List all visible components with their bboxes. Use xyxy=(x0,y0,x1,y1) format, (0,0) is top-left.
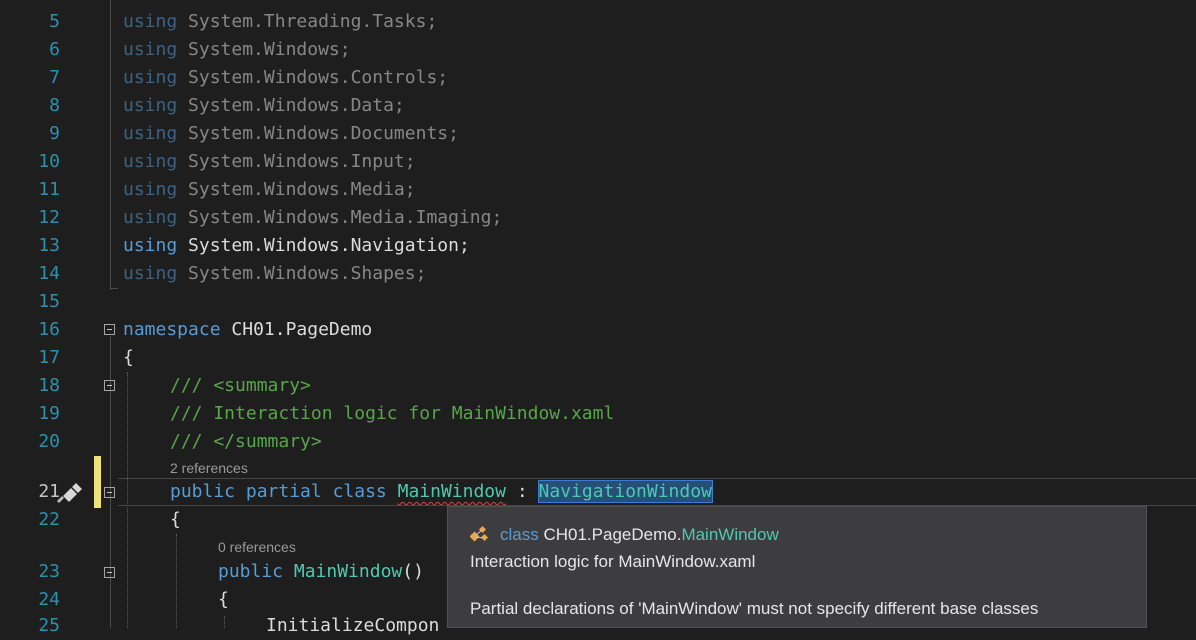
using-line: using System.Threading.Tasks; xyxy=(123,8,437,36)
class-declaration-line: public partial class MainWindow : Naviga… xyxy=(170,478,713,506)
using-line: using System.Windows.Input; xyxy=(123,148,416,176)
using-line: using System.Windows.Media.Imaging; xyxy=(123,204,502,232)
namespace-open-brace: { xyxy=(123,347,134,368)
constructor-parens: () xyxy=(402,561,424,582)
tooltip-class-name: MainWindow xyxy=(681,525,779,544)
class-name[interactable]: MainWindow xyxy=(398,481,506,502)
constructor-line: public MainWindow() xyxy=(218,558,424,586)
fold-class-toggle[interactable] xyxy=(104,487,115,498)
using-line: using System.Windows.Shapes; xyxy=(123,260,426,288)
line-number: 25 xyxy=(38,615,60,636)
tooltip-namespace: CH01.PageDemo. xyxy=(543,525,682,544)
fold-summary-toggle[interactable] xyxy=(104,380,115,391)
using-line: using System.Windows.Navigation; xyxy=(123,232,470,260)
using-namespace: System.Windows.Input; xyxy=(188,151,416,172)
using-keyword: using xyxy=(123,95,178,116)
line-number: 9 xyxy=(49,123,60,144)
using-namespace: System.Windows.Media; xyxy=(188,179,416,200)
line-number: 22 xyxy=(38,509,60,530)
using-namespace: System.Windows; xyxy=(188,39,351,60)
quick-info-tooltip: class CH01.PageDemo.MainWindow Interacti… xyxy=(447,506,1147,628)
line-number: 13 xyxy=(38,235,60,256)
using-keyword: using xyxy=(123,179,178,200)
line-number: 17 xyxy=(38,347,60,368)
constructor-references-codelens[interactable]: 0 references xyxy=(218,538,296,556)
line-number: 7 xyxy=(49,67,60,88)
line-number: 6 xyxy=(49,39,60,60)
initialize-call-line: InitializeCompon xyxy=(266,615,440,636)
using-line: using System.Windows.Media; xyxy=(123,176,416,204)
namespace-keyword: namespace xyxy=(123,319,221,340)
tooltip-kind: class xyxy=(500,525,539,544)
line-number: 11 xyxy=(38,179,60,200)
summary-close-comment: /// </summary> xyxy=(170,431,322,452)
using-keyword: using xyxy=(123,67,178,88)
line-number: 8 xyxy=(49,95,60,116)
using-keyword: using xyxy=(123,151,178,172)
using-namespace: System.Windows.Shapes; xyxy=(188,263,427,284)
using-namespace: System.Threading.Tasks; xyxy=(188,11,438,32)
public-keyword: public xyxy=(170,481,236,502)
fold-namespace-toggle[interactable] xyxy=(104,324,115,335)
using-namespace: System.Windows.Media.Imaging; xyxy=(188,207,503,228)
tooltip-header: class CH01.PageDemo.MainWindow xyxy=(470,525,779,545)
using-keyword: using xyxy=(123,263,178,284)
class-icon xyxy=(470,525,489,542)
change-marker xyxy=(94,456,101,508)
using-namespace: System.Windows.Controls; xyxy=(188,67,449,88)
using-keyword: using xyxy=(123,39,178,60)
using-line: using System.Windows.Data; xyxy=(123,92,405,120)
using-line: using System.Windows.Controls; xyxy=(123,64,448,92)
using-keyword: using xyxy=(123,123,178,144)
summary-open-comment: /// <summary> xyxy=(170,375,311,396)
using-namespace: System.Windows.Data; xyxy=(188,95,405,116)
colon: : xyxy=(516,481,528,502)
namespace-name: CH01.PageDemo xyxy=(231,319,373,340)
line-number: 20 xyxy=(38,431,60,452)
partial-keyword: partial xyxy=(245,481,322,502)
base-class-name[interactable]: NavigationWindow xyxy=(537,480,713,503)
using-line: using System.Windows.Documents; xyxy=(123,120,459,148)
line-number: 5 xyxy=(49,11,60,32)
using-keyword: using xyxy=(123,11,178,32)
line-number: 14 xyxy=(38,263,60,284)
ctor-public-keyword: public xyxy=(218,561,284,582)
line-number: 18 xyxy=(38,375,60,396)
class-keyword: class xyxy=(332,481,387,502)
constructor-name: MainWindow xyxy=(293,561,403,582)
line-number: 23 xyxy=(38,561,60,582)
code-editor[interactable]: 5 using System.Threading.Tasks; 6 using Sys… xyxy=(0,0,1196,636)
using-namespace: System.Windows.Documents; xyxy=(188,123,459,144)
class-open-brace: { xyxy=(170,509,181,530)
line-number: 24 xyxy=(38,589,60,610)
summary-text-comment: /// Interaction logic for MainWindow.xam… xyxy=(170,403,615,424)
namespace-line: namespace CH01.PageDemo xyxy=(123,316,372,344)
line-number: 12 xyxy=(38,207,60,228)
tooltip-description: Interaction logic for MainWindow.xaml xyxy=(470,552,756,571)
fold-constructor-toggle[interactable] xyxy=(104,567,115,578)
using-line: using System.Windows; xyxy=(123,36,351,64)
tooltip-error-message: Partial declarations of 'MainWindow' mus… xyxy=(470,599,1039,618)
using-namespace: System.Windows.Navigation; xyxy=(188,235,470,256)
using-keyword: using xyxy=(123,235,178,256)
line-number: 10 xyxy=(38,151,60,172)
indent-guide xyxy=(224,616,225,628)
line-number: 16 xyxy=(38,319,60,340)
line-number: 21 xyxy=(38,481,60,502)
class-references-codelens[interactable]: 2 references xyxy=(170,459,248,477)
indent-guide xyxy=(176,534,177,628)
using-fold-line xyxy=(110,0,111,290)
line-number: 19 xyxy=(38,403,60,424)
using-keyword: using xyxy=(123,207,178,228)
using-fold-end xyxy=(110,288,118,289)
constructor-open-brace: { xyxy=(218,589,229,610)
line-number: 15 xyxy=(38,291,60,312)
